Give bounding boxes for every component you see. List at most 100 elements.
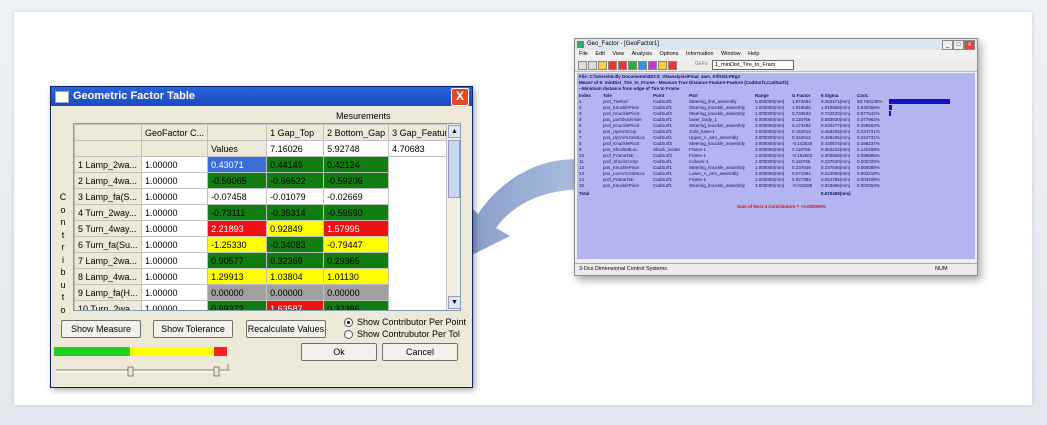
slider-handle-left[interactable] — [127, 366, 134, 377]
slider-handle-right[interactable] — [213, 366, 220, 377]
table-row[interactable]: 5 Turn_4way... 1.00000 2.21893 0.92849 1.579… — [74, 220, 459, 237]
factor-cell[interactable]: -0.02669 — [323, 188, 390, 205]
table-row[interactable]: 1 Lamp_2wa... 1.00000 0.43071 0.44149 0.4212… — [74, 156, 459, 173]
threshold-slider[interactable] — [54, 363, 232, 377]
chart-icon[interactable] — [638, 61, 647, 70]
scroll-thumb[interactable] — [448, 140, 460, 198]
menu-view[interactable]: View — [612, 51, 624, 57]
table-row[interactable]: 2 Lamp_4wa... 1.00000 -0.59065 -0.66522 -0.5… — [74, 172, 459, 189]
row-name[interactable]: 8 Lamp_4wa... — [74, 268, 143, 285]
back-arrow-icon[interactable] — [608, 61, 617, 70]
row-name[interactable]: 9 Lamp_fa(H... — [74, 284, 143, 301]
row-name[interactable]: 2 Lamp_4wa... — [74, 172, 143, 189]
radio-per-point[interactable]: Show Contributor Per Point — [344, 317, 466, 328]
doc-cell: pos_LwrShockHole — [603, 117, 642, 122]
ok-button[interactable]: Ok — [301, 343, 377, 361]
row-name[interactable]: 5 Turn_4way... — [74, 220, 143, 237]
scroll-down-icon[interactable]: ▼ — [448, 296, 460, 309]
factor-cell[interactable]: -0.07458 — [207, 188, 268, 205]
row-name[interactable]: 7 Lamp_2wa... — [74, 252, 143, 269]
doc-cell: 10 — [579, 153, 585, 158]
print-icon[interactable] — [588, 61, 597, 70]
geofactor-grid[interactable]: GeoFactor C... 1 Gap_Top 2 Bottom_Gap 3 … — [73, 123, 461, 311]
close-icon[interactable]: X — [451, 88, 469, 106]
menu-help[interactable]: Help — [748, 51, 759, 57]
row-name[interactable]: 10 Turn_2wa... — [74, 300, 143, 310]
factor-cell[interactable]: 1.29913 — [207, 268, 268, 285]
factor-cell[interactable]: -0.34083 — [266, 236, 325, 253]
doc-cell: coilover-1 — [689, 159, 709, 164]
factor-cell[interactable]: -0.59590 — [323, 204, 390, 221]
cancel-button[interactable]: Cancel — [382, 343, 458, 361]
factor-cell[interactable]: -0.73111 — [207, 204, 268, 221]
factor-cell[interactable]: 2.21893 — [207, 220, 268, 237]
scroll-up-icon[interactable]: ▲ — [448, 125, 460, 138]
menu-file[interactable]: File — [579, 51, 588, 57]
factor-cell[interactable]: -0.59065 — [207, 172, 268, 189]
table-row[interactable]: 9 Lamp_fa(H... 1.00000 0.00000 0.00000 0.000… — [74, 284, 459, 301]
factor-cell[interactable]: 0.29365 — [323, 252, 390, 269]
factor-cell[interactable]: 1.57995 — [323, 220, 390, 237]
doc-cell: 0.520477(mm) — [821, 123, 851, 128]
show-tolerance-button[interactable]: Show Tolerance — [153, 320, 233, 338]
factor-cell[interactable]: 0.43071 — [207, 156, 268, 173]
radio-per-tol[interactable]: Show Contrubutor Per Tol — [344, 329, 460, 340]
tool-icon[interactable] — [648, 61, 657, 70]
factor-cell[interactable]: 1.01130 — [323, 268, 390, 285]
header-bottom-gap[interactable]: 2 Bottom_Gap — [323, 124, 390, 141]
open-icon[interactable] — [598, 61, 607, 70]
factor-cell[interactable]: -0.35314 — [266, 204, 325, 221]
doc-cell: CadSurf1 — [653, 129, 673, 134]
menu-options[interactable]: Options — [660, 51, 679, 57]
factor-cell[interactable]: 0.99372 — [207, 300, 268, 310]
table-row[interactable]: 6 Turn_fa(Su... 1.00000 -1.25330 -0.34083 -0… — [74, 236, 459, 253]
factor-cell[interactable]: 0.32369 — [266, 252, 325, 269]
factor-cell[interactable]: 0.44149 — [266, 156, 325, 173]
save-icon[interactable] — [578, 61, 587, 70]
factor-cell[interactable]: -1.25330 — [207, 236, 268, 253]
row-name[interactable]: 1 Lamp_2wa... — [74, 156, 143, 173]
forward-arrow-icon[interactable] — [618, 61, 627, 70]
show-measure-button[interactable]: Show Measure — [61, 320, 141, 338]
table-row[interactable]: 3 Lamp_fa(S... 1.00000 -0.07458 -0.01079 -0.… — [74, 188, 459, 205]
factor-cell[interactable]: 0.00000 — [323, 284, 390, 301]
menu-window[interactable]: Window — [721, 51, 741, 57]
factor-cell[interactable]: 0.90577 — [207, 252, 268, 269]
factor-cell[interactable]: -0.59206 — [323, 172, 390, 189]
radio-per-tol-dot[interactable] — [344, 330, 353, 340]
table-row[interactable]: 7 Lamp_2wa... 1.00000 0.90577 0.32369 0.2936… — [74, 252, 459, 269]
factor-cell[interactable]: 0.92849 — [266, 220, 325, 237]
minimize-icon[interactable]: _ — [942, 40, 953, 50]
menu-edit[interactable]: Edit — [595, 51, 604, 57]
factor-cell[interactable]: 0.42124 — [323, 156, 390, 173]
factor-cell[interactable]: -0.66522 — [266, 172, 325, 189]
close-icon[interactable]: x — [964, 40, 975, 50]
doc-cell: 0.060329% — [857, 159, 880, 164]
header-gap-top[interactable]: 1 Gap_Top — [266, 124, 325, 141]
radio-per-point-dot[interactable] — [344, 318, 353, 328]
factor-cell[interactable]: 0.00000 — [207, 284, 268, 301]
doc-cell: 7 — [579, 135, 582, 140]
factor-cell[interactable]: 1.63587 — [266, 300, 325, 310]
recalculate-values-button[interactable]: Recalculate Values — [246, 320, 326, 338]
table-row[interactable]: 10 Turn_2wa... 1.00000 0.99372 1.63587 0.323… — [74, 300, 459, 310]
help-icon[interactable] — [658, 61, 667, 70]
menu-analysis[interactable]: Analysis — [631, 51, 651, 57]
maximize-icon[interactable]: □ — [953, 40, 964, 50]
measurement-combo[interactable]: 1_minDist_Tire_to_Fram — [712, 60, 794, 70]
filter-icon[interactable] — [628, 61, 637, 70]
header-geofactor[interactable]: GeoFactor C... — [141, 124, 209, 141]
pointer-icon[interactable] — [668, 61, 677, 70]
row-name[interactable]: 6 Turn_fa(Su... — [74, 236, 143, 253]
menu-information[interactable]: Information — [686, 51, 714, 57]
row-name[interactable]: 3 Lamp_fa(S... — [74, 188, 143, 205]
factor-cell[interactable]: 0.00000 — [266, 284, 325, 301]
factor-cell[interactable]: 0.32386 — [323, 300, 390, 310]
factor-cell[interactable]: 1.03804 — [266, 268, 325, 285]
factor-cell[interactable]: -0.79447 — [323, 236, 390, 253]
table-row[interactable]: 8 Lamp_4wa... 1.00000 1.29913 1.03804 1.0113… — [74, 268, 459, 285]
factor-cell[interactable]: -0.01079 — [266, 188, 325, 205]
row-name[interactable]: 4 Turn_2way... — [74, 204, 143, 221]
grid-vertical-scrollbar[interactable]: ▲ ▼ — [446, 124, 460, 310]
table-row[interactable]: 4 Turn_2way... 1.00000 -0.73111 -0.35314 -0.… — [74, 204, 459, 221]
